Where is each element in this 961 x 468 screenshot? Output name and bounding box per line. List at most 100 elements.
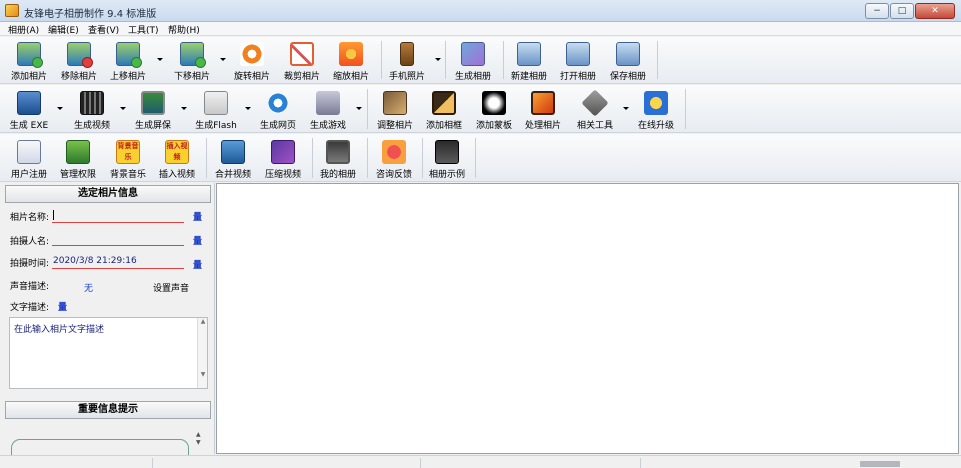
game-icon <box>316 91 340 115</box>
toolbar-separator <box>657 41 658 79</box>
move-up-label: 上移相片 <box>109 72 146 82</box>
text-desc-mic-icon[interactable]: 量 <box>58 300 67 313</box>
scale-label: 缩放相片 <box>332 72 369 82</box>
process-photo-label: 处理相片 <box>524 121 561 131</box>
open-album-icon <box>566 42 590 66</box>
window-title: 友锋电子相册制作 9.4 标准版 <box>24 9 157 20</box>
status-separator <box>640 458 641 468</box>
menu-edit[interactable]: 编辑(E) <box>48 23 79 36</box>
minimize-button[interactable]: − <box>865 3 889 19</box>
move-down-button[interactable]: 下移相片 <box>163 42 221 82</box>
scale-icon <box>339 42 363 66</box>
shoot-time-label: 拍摄时间: <box>10 259 50 269</box>
music-icon: 背景音乐 <box>116 140 140 164</box>
save-album-button[interactable]: 保存相册 <box>599 42 657 82</box>
menu-view[interactable]: 查看(V) <box>88 23 119 36</box>
photo-info-header: 选定相片信息 <box>5 185 211 203</box>
build-exe-button[interactable]: 生成 EXE <box>0 91 58 131</box>
build-screensaver-label: 生成屏保 <box>134 121 171 131</box>
set-voice-button[interactable]: 设置声音 <box>153 281 189 294</box>
close-button[interactable]: ✕ <box>915 3 955 19</box>
feedback-label: 咨询反馈 <box>375 170 412 180</box>
compress-video-button[interactable]: 压缩视频 <box>254 140 312 180</box>
feedback-button[interactable]: 咨询反馈 <box>365 140 423 180</box>
photo-name-label: 相片名称: <box>10 213 50 223</box>
video-icon: 插入视频 <box>165 140 189 164</box>
upgrade-icon <box>644 91 668 115</box>
shoot-time-mic-icon[interactable]: 量 <box>193 258 202 271</box>
phone-photo-button[interactable]: 手机照片 <box>378 42 436 82</box>
photographer-field[interactable] <box>52 230 184 246</box>
status-separator <box>152 458 153 468</box>
build-flash-button[interactable]: 生成Flash <box>187 91 245 131</box>
move-down-icon <box>180 42 206 68</box>
text-desc-scrollbar[interactable]: ▲ ▼ <box>197 318 207 388</box>
shoot-time-field[interactable]: 2020/3/8 21:29:16 <box>52 253 184 269</box>
save-album-label: 保存相册 <box>609 72 646 82</box>
my-album-button[interactable]: 我的相册 <box>309 140 367 180</box>
photographer-mic-icon[interactable]: 量 <box>193 234 202 247</box>
menu-album[interactable]: 相册(A) <box>8 23 39 36</box>
photo-info-panel: 选定相片信息 相片名称: 量 拍摄人名: 量 拍摄时间: 2020/3/8 21… <box>0 183 215 455</box>
toolbar-output: 生成 EXE 生成视频 生成屏保 生成Flash 生成网页 生成游戏 调整相片 … <box>0 85 961 133</box>
toolbar-main: 添加相片 移除相片 上移相片 下移相片 旋转相片 裁剪相片 缩放相片 手机照片 … <box>0 37 961 84</box>
toolbar-extras: 用户注册 管理权限 背景音乐 背景音乐 插入视频 插入视频 合并视频 压缩视频 … <box>0 134 961 182</box>
toolbar-separator <box>475 138 476 178</box>
add-photo-icon <box>17 42 43 68</box>
move-up-icon <box>116 42 142 68</box>
online-upgrade-label: 在线升级 <box>637 121 674 131</box>
save-album-icon <box>616 42 640 66</box>
shield-icon <box>66 140 90 164</box>
panel-scrollbar[interactable]: ▲ ▼ <box>196 431 201 447</box>
build-game-label: 生成游戏 <box>309 121 346 131</box>
build-album-icon <box>461 42 485 66</box>
crop-icon <box>290 42 314 66</box>
photo-preview-area[interactable] <box>216 183 959 454</box>
voice-desc-label: 声音描述: <box>10 282 50 292</box>
menu-bar: 相册(A) 编辑(E) 查看(V) 工具(T) 帮助(H) <box>0 22 961 36</box>
status-progress <box>860 461 900 467</box>
flash-icon <box>204 91 228 115</box>
related-tools-label: 相关工具 <box>576 121 613 131</box>
examples-icon <box>435 140 459 164</box>
rotate-icon <box>240 42 264 66</box>
scroll-down-icon[interactable]: ▼ <box>198 371 208 378</box>
remove-photo-icon <box>67 42 93 68</box>
build-flash-label: 生成Flash <box>195 121 237 131</box>
scroll-up-icon[interactable]: ▲ <box>198 318 208 325</box>
move-up-button[interactable]: 上移相片 <box>99 42 157 82</box>
my-album-label: 我的相册 <box>319 170 356 180</box>
important-tips-header: 重要信息提示 <box>5 401 211 419</box>
build-game-dropdown[interactable] <box>356 107 362 110</box>
menu-help[interactable]: 帮助(H) <box>168 23 200 36</box>
move-down-label: 下移相片 <box>173 72 210 82</box>
build-screensaver-button[interactable]: 生成屏保 <box>124 91 182 131</box>
exe-icon <box>17 91 41 115</box>
related-tools-button[interactable]: 相关工具 <box>566 89 624 131</box>
new-album-icon <box>517 42 541 66</box>
album-examples-button[interactable]: 相册示例 <box>418 140 476 180</box>
tools-icon <box>581 89 609 117</box>
merge-icon <box>221 140 245 164</box>
scale-button[interactable]: 缩放相片 <box>322 42 380 82</box>
insert-video-button[interactable]: 插入视频 插入视频 <box>148 140 206 180</box>
text-desc-placeholder: 在此输入相片文字描述 <box>14 325 105 335</box>
screensaver-icon <box>141 91 165 115</box>
status-bar <box>0 455 961 468</box>
build-album-button[interactable]: 生成相册 <box>444 42 502 82</box>
album-examples-label: 相册示例 <box>428 170 465 180</box>
maximize-button[interactable]: □ <box>890 3 914 19</box>
photo-name-field[interactable] <box>52 207 184 223</box>
voice-desc-value: 无 <box>84 284 94 294</box>
phone-photo-dropdown[interactable] <box>435 58 441 61</box>
build-video-button[interactable]: 生成视频 <box>63 91 121 131</box>
web-icon <box>266 91 290 115</box>
process-photo-button[interactable]: 处理相片 <box>514 91 572 131</box>
app-icon <box>5 4 19 17</box>
text-desc-textarea[interactable]: 在此输入相片文字描述 ▲ ▼ <box>9 317 208 389</box>
online-upgrade-button[interactable]: 在线升级 <box>627 91 685 131</box>
build-game-button[interactable]: 生成游戏 <box>299 91 357 131</box>
tips-box <box>11 439 189 455</box>
photo-name-mic-icon[interactable]: 量 <box>193 210 202 223</box>
menu-tools[interactable]: 工具(T) <box>128 23 159 36</box>
